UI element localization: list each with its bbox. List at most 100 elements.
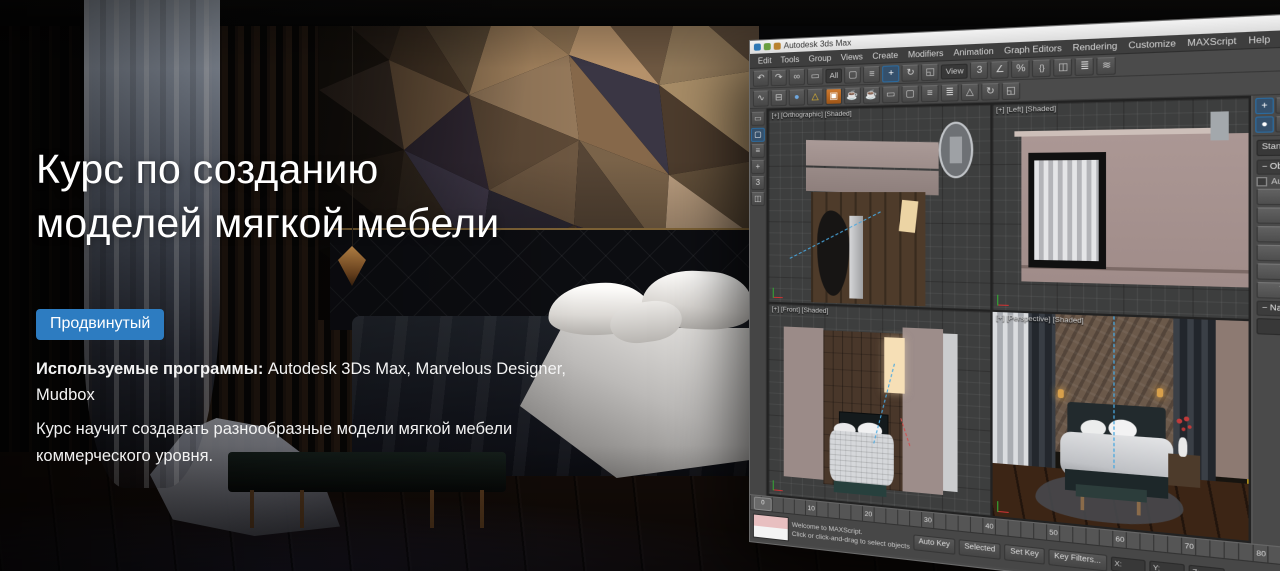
save-icon[interactable] xyxy=(764,43,771,50)
listener-script-line[interactable] xyxy=(754,525,788,540)
headboard-panel-mesh xyxy=(806,167,938,195)
render-setup-icon[interactable] xyxy=(807,88,823,105)
select-and-move-icon[interactable] xyxy=(882,65,899,82)
unlink-selection-icon[interactable] xyxy=(807,68,823,85)
select-by-name-icon[interactable] xyxy=(863,65,880,82)
active-layout-icon[interactable] xyxy=(751,128,765,142)
docked-side-toolbar xyxy=(750,109,767,496)
nightstand-shaded xyxy=(1168,453,1200,488)
coord-y-field[interactable]: Y: xyxy=(1149,560,1184,571)
angle-snap-icon[interactable] xyxy=(991,60,1009,78)
render-production-icon[interactable] xyxy=(844,87,861,104)
menu-help[interactable]: Help xyxy=(1243,34,1276,46)
undo-quick-icon[interactable] xyxy=(774,42,781,49)
bench-leg-shaded xyxy=(1136,502,1140,515)
tick-label: 60 xyxy=(1116,532,1125,547)
menu-tools[interactable]: Tools xyxy=(777,54,804,64)
coord-x-field[interactable]: X: xyxy=(1111,556,1146,571)
select-and-link-icon[interactable] xyxy=(789,68,805,85)
selected-dropdown[interactable]: Selected xyxy=(959,539,1001,560)
box-button[interactable]: Box xyxy=(1257,189,1280,206)
menu-group[interactable]: Group xyxy=(804,53,835,64)
undo-icon[interactable] xyxy=(753,70,769,87)
menu-animation[interactable]: Animation xyxy=(949,46,998,58)
viewport-label[interactable]: [+] [Left] [Shaded] xyxy=(996,105,1056,114)
primitive-category-dropdown[interactable]: Standard Primitives ▾ xyxy=(1257,137,1280,156)
torus-button[interactable]: Torus xyxy=(1257,245,1280,263)
snaps-toggle-icon[interactable] xyxy=(970,61,988,79)
select-object-icon[interactable] xyxy=(844,66,861,83)
auto-key-button[interactable]: Auto Key xyxy=(913,534,955,554)
time-slider[interactable]: 0 xyxy=(754,496,772,511)
menu-modifiers[interactable]: Modifiers xyxy=(904,48,948,59)
material-editor-icon[interactable] xyxy=(789,89,805,106)
docked-tool-icon[interactable] xyxy=(751,176,765,190)
toggle-ribbon-icon[interactable] xyxy=(882,86,899,103)
create-tab-icon[interactable]: + xyxy=(1255,97,1274,114)
menu-maxscript[interactable]: MAXScript xyxy=(1182,35,1241,48)
max-main-area: [+] [Orthographic] [Shaded] [+] [Left] [… xyxy=(750,91,1280,561)
menu-graph-editors[interactable]: Graph Editors xyxy=(999,43,1066,56)
mirror-icon[interactable] xyxy=(1054,58,1073,76)
modify-tab-icon[interactable] xyxy=(1275,97,1280,114)
window-frame-mesh xyxy=(1029,153,1106,269)
schematic-view-icon[interactable] xyxy=(771,89,787,106)
viewport-label[interactable]: [+] [Orthographic] [Shaded] xyxy=(772,110,852,119)
name-color-label: Name and Color xyxy=(1270,304,1280,315)
command-panel: + ⌂ ◉ ▦ ⚒ ● ◠ ☀ ▣ ⊞ ≋ ⚙ Standard xyxy=(1251,91,1280,561)
percent-snap-icon[interactable] xyxy=(1012,60,1031,78)
object-type-rollout[interactable]: − Object Type xyxy=(1257,158,1280,175)
select-and-rotate-icon[interactable] xyxy=(902,64,919,81)
mirror-mesh xyxy=(939,121,974,178)
set-key-button[interactable]: Set Key xyxy=(1005,544,1045,565)
tick-label: 40 xyxy=(985,519,993,534)
viewport-front[interactable]: [+] [Front] [Shaded] xyxy=(769,303,991,515)
shapes-category-icon[interactable]: ◠ xyxy=(1275,116,1280,133)
menu-create[interactable]: Create xyxy=(868,50,902,61)
textplus-button[interactable]: TextPlus xyxy=(1257,282,1280,301)
align-icon[interactable] xyxy=(1075,57,1094,75)
curve-editor-icon[interactable] xyxy=(753,90,769,107)
docked-tool-icon[interactable] xyxy=(751,160,765,174)
scene-explorer-icon[interactable] xyxy=(921,84,939,101)
cylinder-button[interactable]: Cylinder xyxy=(1257,226,1280,243)
tick-label: 10 xyxy=(807,502,814,516)
arc-rotate-icon[interactable] xyxy=(981,82,999,100)
menu-views[interactable]: Views xyxy=(837,51,868,62)
sphere-button[interactable]: Sphere xyxy=(1257,207,1280,224)
selection-filter-dropdown[interactable]: All xyxy=(825,68,842,83)
manage-layers-icon[interactable] xyxy=(941,84,959,102)
named-selection-sets-icon[interactable] xyxy=(1032,59,1051,77)
layer-manager-icon[interactable] xyxy=(1097,56,1117,75)
object-name-field[interactable] xyxy=(1257,318,1280,341)
wall-panel-mesh xyxy=(902,328,943,495)
redo-icon[interactable] xyxy=(771,69,787,86)
render-iterative-icon[interactable] xyxy=(863,86,880,103)
maxscript-mini-listener[interactable] xyxy=(753,513,789,541)
geometry-category-icon[interactable]: ● xyxy=(1255,116,1274,133)
menu-edit[interactable]: Edit xyxy=(754,55,776,65)
viewport-left[interactable]: [+] [Left] [Shaded] xyxy=(993,98,1249,318)
autogrid-checkbox[interactable] xyxy=(1257,177,1268,186)
select-and-scale-icon[interactable] xyxy=(921,63,939,81)
viewport-orthographic[interactable]: [+] [Orthographic] [Shaded] xyxy=(769,105,991,309)
isolate-selection-icon[interactable] xyxy=(901,85,918,102)
render-warning-icon[interactable] xyxy=(961,83,979,101)
menu-rendering[interactable]: Rendering xyxy=(1068,40,1123,52)
3dsmax-window: Autodesk 3ds Max Edit Tools Group Views … xyxy=(749,7,1280,571)
primitive-category-value: Standard Primitives xyxy=(1262,140,1280,155)
docked-tool-icon[interactable] xyxy=(751,192,765,206)
coord-z-field[interactable]: Z: xyxy=(1188,565,1224,571)
docked-tool-icon[interactable] xyxy=(751,144,765,158)
zoom-extents-icon[interactable] xyxy=(1002,82,1020,100)
viewport-grid: [+] [Orthographic] [Shaded] [+] [Left] [… xyxy=(767,96,1251,544)
teapot-button[interactable]: Teapot xyxy=(1257,263,1280,281)
menu-customize[interactable]: Customize xyxy=(1124,38,1181,51)
viewport-perspective[interactable]: [+] [Perspective] [Shaded] xyxy=(993,311,1249,540)
viewport-layout-tab-icon[interactable] xyxy=(751,112,765,126)
viewport-label[interactable]: [+] [Front] [Shaded] xyxy=(772,305,829,314)
level-badge[interactable]: Продвинутый xyxy=(36,309,164,340)
reference-coordinate-dropdown[interactable]: View xyxy=(941,63,968,79)
rendered-frame-window-icon[interactable] xyxy=(825,87,842,104)
key-filters-button[interactable]: Key Filters... xyxy=(1048,549,1107,571)
